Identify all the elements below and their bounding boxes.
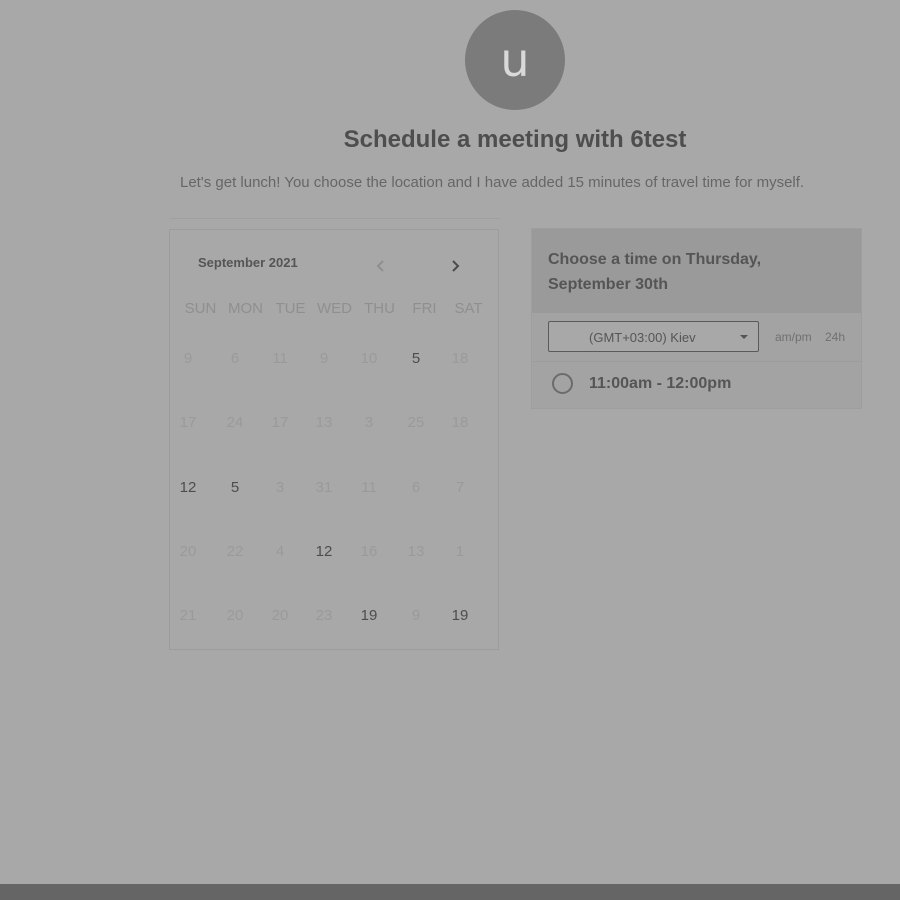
calendar-day-unavailable: 13 xyxy=(407,543,425,560)
calendar-day-unavailable: 3 xyxy=(275,479,285,496)
scheduling-page: u Schedule a meeting with 6test Let's ge… xyxy=(0,0,900,900)
radio-unchecked-icon[interactable] xyxy=(552,373,573,394)
chevron-right-icon xyxy=(449,259,461,273)
calendar-day-available[interactable]: 19 xyxy=(440,608,480,623)
calendar-day-unavailable: 1 xyxy=(455,543,465,560)
time-panel-title: Choose a time on Thursday, September 30t… xyxy=(548,251,762,293)
calendar-day-unavailable: 9 xyxy=(319,350,329,367)
weekday-label: THU xyxy=(364,300,395,317)
avatar-initial: u xyxy=(500,33,530,87)
weekday-label: SUN xyxy=(184,300,217,317)
calendar-day-unavailable: 20 xyxy=(226,607,244,624)
calendar-day-unavailable: 17 xyxy=(271,414,289,431)
calendar-day-unavailable: 3 xyxy=(364,414,374,431)
page-subtitle: Let's get lunch! You choose the location… xyxy=(180,174,805,191)
calendar-month-label: September 2021 xyxy=(198,255,298,270)
chevron-left-icon xyxy=(375,259,387,273)
calendar-day-available[interactable]: 5 xyxy=(396,351,436,366)
weekday-label: FRI xyxy=(412,300,437,317)
calendar-day-unavailable: 18 xyxy=(451,350,469,367)
calendar-day-unavailable: 10 xyxy=(360,350,378,367)
weekday-label: MON xyxy=(228,300,263,317)
caret-down-icon xyxy=(740,335,748,339)
time-panel: Choose a time on Thursday, September 30t… xyxy=(531,228,862,409)
calendar-day-unavailable: 4 xyxy=(275,543,285,560)
calendar: September 2021 SUN MON TUE WED THU FRI S… xyxy=(169,229,499,650)
calendar-day-available[interactable]: 19 xyxy=(349,608,389,623)
calendar-day-unavailable: 9 xyxy=(183,350,193,367)
page-title: Schedule a meeting with 6test xyxy=(343,126,687,153)
calendar-day-available[interactable]: 5 xyxy=(215,480,255,495)
calendar-day-unavailable: 6 xyxy=(230,350,240,367)
weekday-label: TUE xyxy=(275,300,306,317)
next-month-button[interactable] xyxy=(443,254,467,278)
time-panel-header: Choose a time on Thursday, September 30t… xyxy=(532,229,861,313)
divider xyxy=(170,218,500,219)
calendar-day-unavailable: 23 xyxy=(315,607,333,624)
calendar-day-unavailable: 16 xyxy=(360,543,378,560)
weekday-header: SUN MON TUE WED THU FRI SAT xyxy=(170,300,498,320)
time-slot[interactable]: 11:00am - 12:00pm xyxy=(552,372,832,400)
previous-month-button[interactable] xyxy=(369,254,393,278)
calendar-day-unavailable: 9 xyxy=(411,607,421,624)
divider xyxy=(532,361,861,362)
weekday-label: WED xyxy=(317,300,352,317)
calendar-day-unavailable: 17 xyxy=(179,414,197,431)
calendar-day-unavailable: 13 xyxy=(315,414,333,431)
calendar-day-unavailable: 20 xyxy=(271,607,289,624)
calendar-day-available[interactable]: 12 xyxy=(168,480,208,495)
calendar-day-unavailable: 18 xyxy=(451,414,469,431)
calendar-day-unavailable: 31 xyxy=(315,479,333,496)
timezone-select[interactable]: (GMT+03:00) Kiev xyxy=(548,321,759,352)
weekday-label: SAT xyxy=(454,300,483,317)
calendar-day-unavailable: 22 xyxy=(226,543,244,560)
timezone-value: (GMT+03:00) Kiev xyxy=(589,330,696,345)
calendar-day-unavailable: 6 xyxy=(411,479,421,496)
format-ampm-toggle[interactable]: am/pm xyxy=(775,330,812,344)
calendar-day-unavailable: 11 xyxy=(361,479,377,496)
calendar-day-unavailable: 20 xyxy=(179,543,197,560)
calendar-day-unavailable: 11 xyxy=(272,350,288,367)
calendar-day-unavailable: 7 xyxy=(455,479,465,496)
format-24h-toggle[interactable]: 24h xyxy=(825,330,845,344)
calendar-day-unavailable: 21 xyxy=(179,607,197,624)
footer-bar xyxy=(0,884,900,900)
calendar-day-unavailable: 25 xyxy=(407,414,425,431)
calendar-day-unavailable: 24 xyxy=(226,414,244,431)
avatar: u xyxy=(465,10,565,110)
calendar-day-available[interactable]: 12 xyxy=(304,544,344,559)
time-slot-label: 11:00am - 12:00pm xyxy=(589,375,732,392)
